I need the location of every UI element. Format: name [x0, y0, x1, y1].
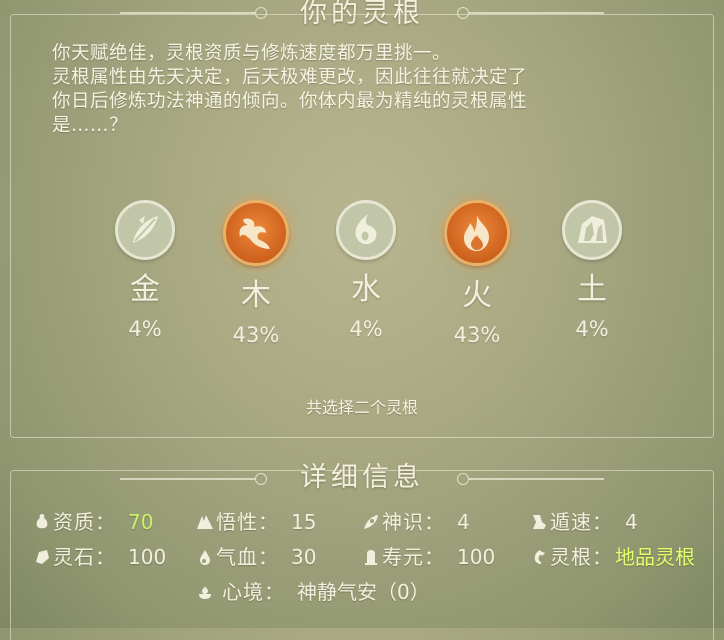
tombstone-icon	[365, 550, 377, 565]
title-ornament-knob-left	[255, 7, 267, 19]
element-percent: 43%	[232, 323, 280, 347]
crystal-icon	[36, 550, 49, 564]
sprout-icon	[534, 550, 545, 564]
stat-value: 100	[457, 545, 496, 569]
earth-rock-icon	[562, 200, 622, 260]
stat-value: 100	[128, 545, 167, 569]
element-choices: 金 4% 木 43% 水 4% 火 43% 土 4%	[0, 200, 724, 370]
element-option-earth[interactable]: 土 4%	[542, 200, 642, 342]
wood-sprout-icon	[223, 200, 289, 266]
water-drop-icon	[336, 200, 396, 260]
description-line: 是……？	[52, 115, 129, 136]
stat-spirit-sense: 神识： 4	[362, 508, 470, 536]
element-name: 木	[241, 278, 271, 313]
gourd-icon	[36, 514, 48, 529]
stat-mind-state: 心境： 神静气安（0）	[196, 578, 430, 606]
element-option-wood[interactable]: 木 43%	[206, 200, 306, 348]
detail-ornament-knob-right	[457, 473, 469, 485]
metal-leaf-icon	[115, 200, 175, 260]
stat-qi-blood: 气血： 30	[196, 543, 316, 571]
title-ornament-right	[469, 12, 604, 14]
flame-bowl-icon	[199, 586, 211, 599]
element-percent: 4%	[575, 317, 609, 341]
fire-flame-icon	[444, 200, 510, 266]
panel-header: 你的灵根	[0, 0, 724, 34]
swirl-leaf-icon	[364, 515, 378, 529]
title-ornament-left	[120, 12, 255, 14]
element-option-water[interactable]: 水 4%	[316, 200, 416, 342]
blood-drop-icon	[200, 550, 210, 565]
selection-count-hint: 共选择二个灵根	[305, 398, 418, 417]
page-title: 你的灵根	[300, 0, 424, 29]
stat-aptitude: 资质： 70	[33, 508, 153, 536]
stat-spirit-stone: 灵石： 100	[33, 543, 166, 571]
element-name: 水	[351, 272, 381, 307]
boot-icon	[533, 515, 546, 529]
stat-value: 70	[128, 510, 154, 534]
detail-header: 详细信息	[0, 458, 724, 498]
element-percent: 43%	[453, 323, 501, 347]
title-ornament-knob-right	[457, 7, 469, 19]
stat-value: 4	[625, 510, 638, 534]
stat-spirit-root: 灵根： 地品灵根	[530, 543, 695, 571]
stat-lifespan: 寿元： 100	[362, 543, 495, 571]
detail-ornament-knob-left	[255, 473, 267, 485]
element-name: 火	[462, 278, 492, 313]
description-line: 灵根属性由先天决定，后天极难更改，因此往往就决定了	[52, 67, 528, 88]
stat-escape-speed: 遁速： 4	[530, 508, 638, 536]
description-line: 你日后修炼功法神通的倾向。你体内最为精纯的灵根属性	[52, 91, 528, 112]
element-option-fire[interactable]: 火 43%	[427, 200, 527, 348]
description-line: 你天赋绝佳，灵根资质与修炼速度都万里挑一。	[52, 43, 452, 64]
stat-comprehension: 悟性： 15	[196, 508, 316, 536]
stat-value: 15	[291, 510, 317, 534]
element-name: 土	[577, 272, 607, 307]
stat-value: 30	[291, 545, 317, 569]
element-percent: 4%	[128, 317, 162, 341]
element-percent: 4%	[349, 317, 383, 341]
description-text: 你天赋绝佳，灵根资质与修炼速度都万里挑一。 灵根属性由先天决定，后天极难更改，因…	[52, 42, 682, 138]
stat-value: 4	[457, 510, 470, 534]
detail-ornament-left	[120, 478, 255, 480]
mountain-icon	[197, 515, 213, 529]
detail-ornament-right	[469, 478, 604, 480]
detail-title: 详细信息	[300, 462, 424, 493]
stat-value: 地品灵根	[615, 545, 695, 569]
stat-value: 神静气安（0）	[297, 580, 430, 604]
element-name: 金	[130, 272, 160, 307]
element-option-metal[interactable]: 金 4%	[95, 200, 195, 342]
